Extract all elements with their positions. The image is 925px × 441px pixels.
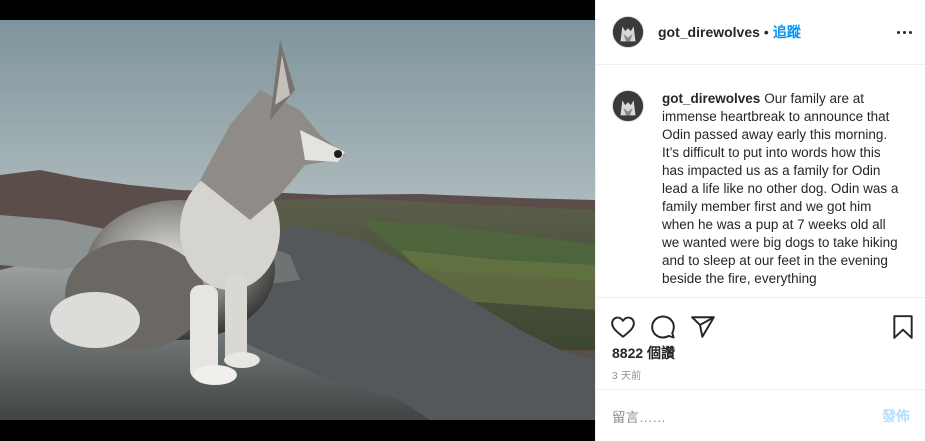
more-dot bbox=[908, 30, 912, 34]
post-caption: got_direwolves Our family are at immense … bbox=[662, 90, 904, 296]
share-button[interactable] bbox=[690, 314, 716, 340]
paper-plane-icon bbox=[691, 315, 715, 338]
post-comment-button[interactable]: 發佈 bbox=[882, 406, 910, 426]
post-media bbox=[0, 0, 595, 441]
separator-dot: • bbox=[763, 24, 769, 40]
like-count[interactable]: 8822 個讚 bbox=[612, 343, 675, 363]
avatar-wolf-icon bbox=[613, 91, 643, 121]
caption-section: got_direwolves Our family are at immense … bbox=[596, 66, 925, 296]
post-header: got_direwolves • 追蹤 bbox=[596, 0, 925, 65]
avatar[interactable] bbox=[612, 16, 644, 48]
bookmark-icon bbox=[893, 314, 913, 339]
more-dot bbox=[902, 30, 906, 34]
caption-username[interactable]: got_direwolves bbox=[662, 91, 760, 106]
comment-button[interactable] bbox=[650, 314, 676, 340]
post-details-panel: got_direwolves • 追蹤 got_direwolves Our fa… bbox=[595, 0, 925, 441]
comment-input[interactable]: 留言…… bbox=[612, 406, 882, 426]
more-dot bbox=[896, 30, 900, 34]
avatar-wolf-icon bbox=[613, 17, 643, 47]
post-photo-dog-on-rocks[interactable] bbox=[0, 20, 595, 420]
like-button[interactable] bbox=[610, 314, 636, 340]
heart-icon bbox=[611, 316, 635, 338]
save-button[interactable] bbox=[890, 314, 916, 340]
caption-text: Our family are at immense heartbreak to … bbox=[662, 91, 899, 286]
follow-button[interactable]: 追蹤 bbox=[773, 22, 801, 42]
caption-avatar[interactable] bbox=[612, 90, 644, 122]
more-options-icon[interactable] bbox=[894, 22, 914, 42]
instagram-post: got_direwolves • 追蹤 got_direwolves Our fa… bbox=[0, 0, 925, 441]
header-username[interactable]: got_direwolves bbox=[658, 24, 760, 40]
photo-illustration bbox=[0, 20, 595, 420]
comment-box: 留言…… 發佈 bbox=[596, 389, 925, 441]
comment-bubble-icon bbox=[651, 315, 675, 338]
post-timestamp[interactable]: 3 天前 bbox=[612, 367, 642, 382]
action-bar bbox=[596, 297, 925, 345]
